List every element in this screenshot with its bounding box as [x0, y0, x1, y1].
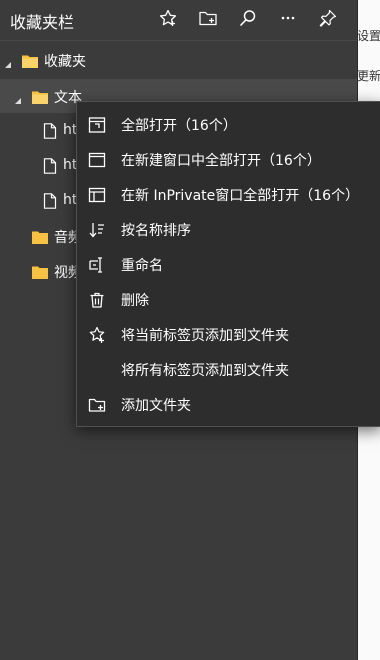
- more-options-button[interactable]: [270, 2, 306, 38]
- search-icon: [238, 8, 258, 32]
- rename-icon: [87, 255, 107, 275]
- menu-item-label: 添加文件夹: [121, 398, 191, 414]
- tree-item-favorites-root[interactable]: 收藏夹: [0, 43, 357, 77]
- favorites-header: 收藏夹栏: [0, 0, 357, 41]
- background-text-update: 更新标: [357, 69, 380, 83]
- folder-icon: [32, 229, 48, 244]
- page-icon: [43, 193, 57, 209]
- pin-pane-button[interactable]: [310, 2, 346, 38]
- caret-expanded-icon[interactable]: [3, 55, 13, 68]
- pane-title: 收藏夹栏: [10, 13, 75, 32]
- menu-item-sort-by-name[interactable]: 按名称排序: [77, 212, 380, 247]
- menu-item-open-in-new-window[interactable]: 在新建窗口中全部打开（16个）: [77, 142, 380, 177]
- tree-label-root: 收藏夹: [44, 54, 86, 70]
- menu-item-add-all-tabs[interactable]: 将所有标签页添加到文件夹: [77, 352, 380, 387]
- menu-item-open-in-inprivate[interactable]: 在新 InPrivate窗口全部打开（16个）: [77, 177, 380, 212]
- menu-item-label: 按名称排序: [121, 223, 191, 239]
- menu-item-label: 重命名: [121, 258, 163, 274]
- folder-context-menu: 全部打开（16个） 在新建窗口中全部打开（16个） 在新 InPrivate窗口…: [76, 101, 380, 427]
- menu-item-add-folder[interactable]: 添加文件夹: [77, 387, 380, 422]
- caret-expanded-icon[interactable]: [13, 91, 23, 104]
- folder-icon: [22, 53, 38, 68]
- menu-item-label: 在新建窗口中全部打开（16个）: [121, 153, 321, 169]
- more-icon: [278, 8, 298, 32]
- delete-icon: [87, 290, 107, 310]
- open-all-icon: [87, 115, 107, 135]
- add-favorite-button[interactable]: [150, 2, 186, 38]
- folder-add-icon: [198, 8, 218, 32]
- pin-icon: [318, 8, 338, 32]
- folder-icon: [32, 264, 48, 279]
- menu-item-open-all[interactable]: 全部打开（16个）: [77, 107, 380, 142]
- menu-item-label: 在新 InPrivate窗口全部打开（16个）: [121, 188, 360, 204]
- star-add-icon: [87, 325, 107, 345]
- page-icon: [43, 158, 57, 174]
- menu-item-label: 全部打开（16个）: [121, 118, 237, 134]
- folder-add-icon: [87, 395, 107, 415]
- menu-item-delete[interactable]: 删除: [77, 282, 380, 317]
- inprivate-window-icon: [87, 185, 107, 205]
- folder-icon: [32, 89, 48, 104]
- star-icon: [158, 8, 178, 32]
- add-folder-button[interactable]: [190, 2, 226, 38]
- page-icon: [43, 123, 57, 139]
- sort-icon: [87, 220, 107, 240]
- menu-item-add-current-tab[interactable]: 将当前标签页添加到文件夹: [77, 317, 380, 352]
- menu-item-label: 删除: [121, 293, 149, 309]
- search-favorites-button[interactable]: [230, 2, 266, 38]
- background-text-settings: 设置: [357, 29, 380, 43]
- menu-item-label: 将当前标签页添加到文件夹: [121, 328, 289, 344]
- menu-item-label: 将所有标签页添加到文件夹: [121, 363, 289, 379]
- menu-item-rename[interactable]: 重命名: [77, 247, 380, 282]
- new-window-icon: [87, 150, 107, 170]
